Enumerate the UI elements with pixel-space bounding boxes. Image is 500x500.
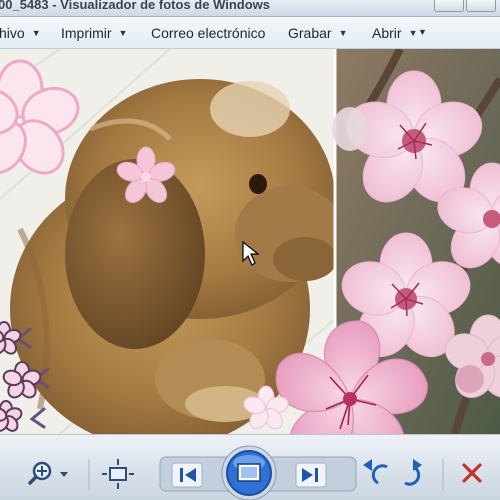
previous-button[interactable]: [171, 462, 203, 488]
menu-grabar[interactable]: Grabar ▼: [288, 25, 348, 42]
photo-viewer[interactable]: [0, 49, 500, 434]
menu-imprimir[interactable]: Imprimir ▼: [61, 25, 127, 42]
bottom-toolbar: [0, 434, 500, 500]
menu-correo[interactable]: Correo electrónico: [151, 25, 265, 42]
menu-bar: hivo ▼ Imprimir ▼ Correo electrónico Graba…: [0, 17, 500, 49]
window-title: 00_5483 - Visualizador de fotos de Windo…: [0, 0, 270, 12]
menu-archivo-label: hivo: [0, 25, 25, 41]
delete-button[interactable]: [462, 463, 482, 483]
menu-archivo[interactable]: hivo ▼: [0, 25, 41, 42]
delete-icon: [462, 463, 482, 483]
minimize-button[interactable]: [434, 0, 464, 12]
fit-window-icon: [102, 459, 134, 489]
zoom-button[interactable]: [28, 461, 74, 489]
chevron-down-icon: ▼: [338, 28, 348, 38]
menu-correo-label: Correo electrónico: [151, 25, 266, 41]
slideshow-button[interactable]: [221, 445, 277, 500]
chevron-down-icon: ▼: [118, 28, 128, 38]
actual-size-button[interactable]: [102, 459, 134, 489]
chevron-down-icon: ▼: [408, 28, 418, 38]
rotate-right-icon: [404, 465, 421, 486]
chevron-down-icon: [60, 472, 68, 477]
toolbar-canvas: [28, 445, 482, 500]
chevron-down-icon: ▼: [31, 28, 41, 38]
more-menu-icon[interactable]: ▼: [418, 27, 427, 37]
title-bar: 00_5483 - Visualizador de fotos de Windo…: [0, 0, 500, 17]
menu-abrir[interactable]: Abrir ▼: [372, 25, 417, 42]
maximize-button[interactable]: [466, 0, 496, 12]
menu-imprimir-label: Imprimir: [61, 25, 112, 41]
rotate-left-icon: [371, 464, 388, 485]
rotate-counterclockwise-button[interactable]: [363, 459, 388, 485]
photo-canvas: [0, 49, 500, 434]
menu-abrir-label: Abrir: [372, 25, 402, 41]
zoom-icon: [28, 461, 52, 485]
menu-grabar-label: Grabar: [288, 25, 332, 41]
slideshow-icon: [237, 463, 261, 482]
next-button[interactable]: [295, 462, 327, 488]
rotate-clockwise-button[interactable]: [404, 459, 422, 486]
